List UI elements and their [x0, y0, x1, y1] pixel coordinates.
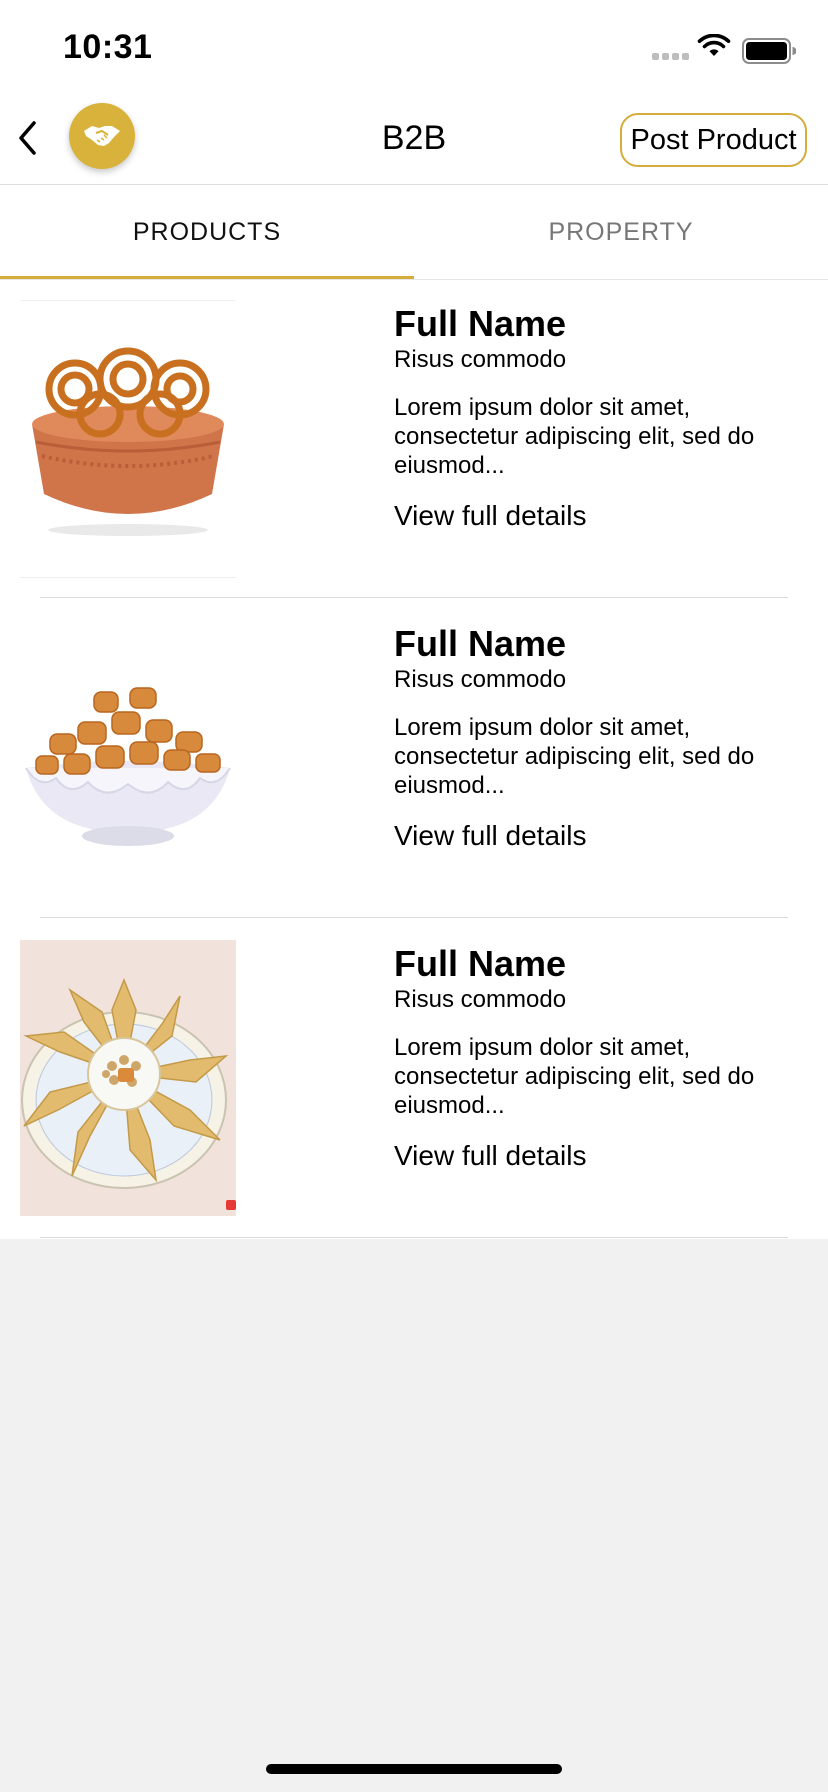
product-description: Lorem ipsum dolor sit amet, consectetur … — [394, 1034, 755, 1119]
list-divider — [40, 917, 788, 918]
view-details-link[interactable]: View full details — [394, 500, 804, 532]
list-divider — [40, 597, 788, 598]
product-subtitle: Risus commodo — [394, 666, 567, 693]
product-description: Lorem ipsum dolor sit amet, consectetur … — [394, 714, 755, 799]
view-details-link[interactable]: View full details — [394, 820, 804, 852]
list-item[interactable]: Full Name Risus commodo Lorem ipsum dolo… — [0, 616, 828, 936]
view-details-link[interactable]: View full details — [394, 1140, 804, 1172]
tab-property[interactable]: PROPERTY — [414, 218, 828, 247]
tab-divider — [0, 279, 828, 280]
list-item[interactable]: Full Name Risus commodo Lorem ipsum dolo… — [0, 936, 828, 1256]
status-time: 10:31 — [63, 28, 153, 66]
product-info: Full Name Risus commodo Lorem ipsum dolo… — [394, 304, 804, 532]
post-product-button[interactable]: Post Product — [620, 113, 807, 167]
battery-icon — [742, 38, 796, 64]
cellular-signal-icon — [652, 53, 689, 60]
product-info: Full Name Risus commodo Lorem ipsum dolo… — [394, 624, 804, 852]
tab-products[interactable]: PRODUCTS — [0, 218, 414, 247]
product-subtitle: Risus commodo — [394, 986, 567, 1013]
product-image[interactable] — [20, 650, 236, 864]
product-name: Full Name — [394, 943, 567, 984]
list-divider — [40, 1237, 788, 1238]
product-description: Lorem ipsum dolor sit amet, consectetur … — [394, 394, 755, 479]
product-subtitle: Risus commodo — [394, 346, 567, 373]
wifi-icon — [697, 34, 731, 56]
product-name: Full Name — [394, 623, 567, 664]
product-image[interactable] — [20, 334, 236, 542]
product-info: Full Name Risus commodo Lorem ipsum dolo… — [394, 944, 804, 1172]
product-name: Full Name — [394, 303, 567, 344]
image-border — [20, 577, 236, 578]
product-image[interactable] — [20, 940, 236, 1216]
list-item[interactable]: Full Name Risus commodo Lorem ipsum dolo… — [0, 296, 828, 616]
home-indicator[interactable] — [266, 1764, 562, 1774]
header-divider — [0, 184, 828, 185]
